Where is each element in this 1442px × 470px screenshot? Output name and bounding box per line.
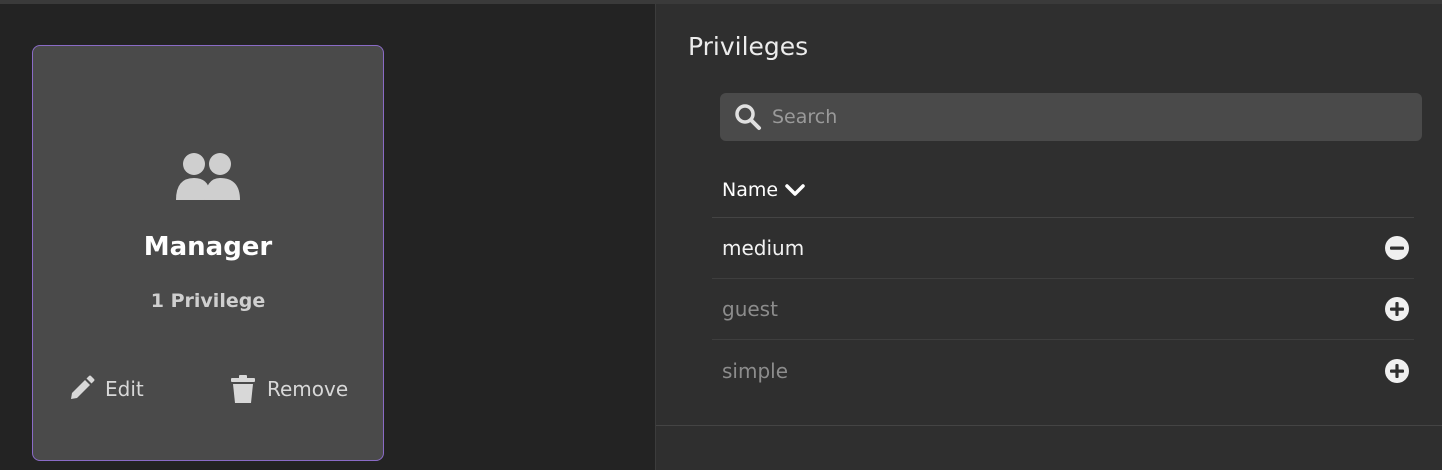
search-icon <box>735 104 761 130</box>
search-box[interactable] <box>720 93 1422 141</box>
name-column-header[interactable]: Name <box>712 162 1414 218</box>
privileges-panel: Privileges Name medium guest simple <box>655 4 1442 470</box>
privilege-label: medium <box>722 236 805 260</box>
roles-pane: Manager 1 Privilege Edit Remove <box>0 4 655 470</box>
remove-label: Remove <box>267 377 349 401</box>
privilege-row: guest <box>712 279 1414 340</box>
remove-button[interactable]: Remove <box>229 372 348 406</box>
users-icon <box>174 150 242 200</box>
privilege-label: simple <box>722 358 789 383</box>
trash-icon <box>231 375 255 403</box>
minus-circle-icon[interactable] <box>1384 235 1410 261</box>
privilege-label: guest <box>722 297 778 321</box>
role-title: Manager <box>143 232 273 262</box>
privilege-row: medium <box>712 218 1414 279</box>
name-header-label: Name <box>722 178 779 201</box>
edit-button[interactable]: Edit <box>67 372 144 406</box>
panel-footer <box>656 425 1442 470</box>
plus-circle-icon[interactable] <box>1384 296 1410 322</box>
edit-label: Edit <box>105 377 144 401</box>
role-card-manager[interactable]: Manager 1 Privilege Edit Remove <box>32 45 384 461</box>
panel-title: Privileges <box>688 32 809 61</box>
privilege-count: 1 Privilege <box>150 290 266 312</box>
plus-circle-icon[interactable] <box>1384 358 1410 384</box>
search-input[interactable] <box>772 93 1422 141</box>
privilege-row: simple <box>712 340 1414 401</box>
pencil-icon <box>71 375 95 399</box>
chevron-down-icon <box>785 183 805 196</box>
